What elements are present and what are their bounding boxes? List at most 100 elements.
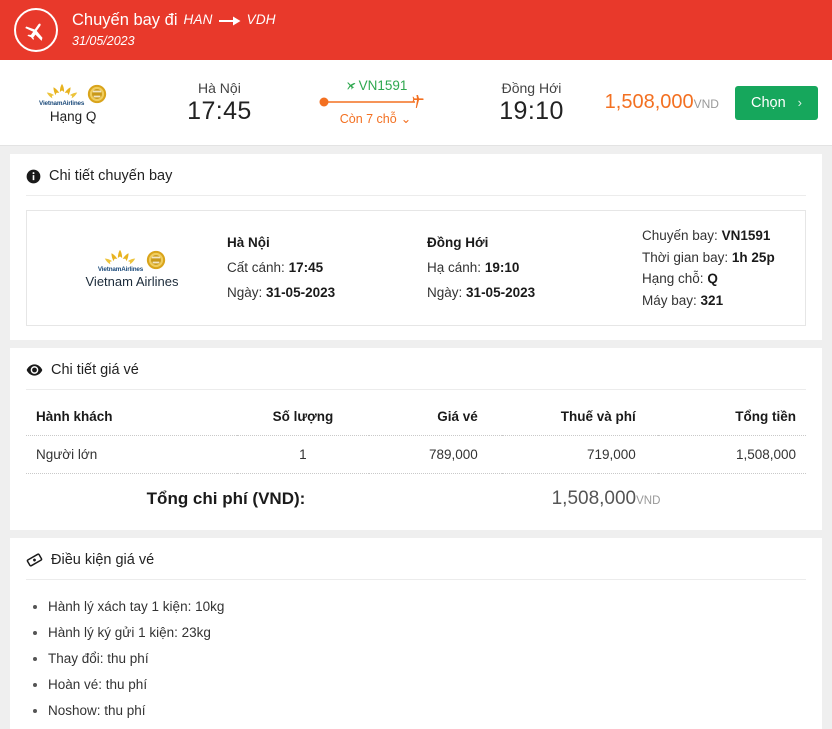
cell-passenger: Người lớn xyxy=(26,435,237,475)
fare-conditions-list: Hành lý xách tay 1 kiện: 10kg Hành lý ký… xyxy=(48,594,806,729)
page-title: Chuyến bay đi xyxy=(72,11,178,30)
small-airplane-icon xyxy=(346,82,356,90)
arrive-label: Hạ cánh: xyxy=(427,259,482,275)
seats-left-dropdown[interactable]: Còn 7 chỗ ⌄ xyxy=(339,111,412,127)
cell-total: 1,508,000 xyxy=(657,435,806,475)
info-circle-icon xyxy=(26,169,41,183)
list-item: Goshow: thu phí xyxy=(48,724,806,729)
chevron-down-icon: ⌄ xyxy=(400,112,412,126)
list-item: Hoàn vé: thu phí xyxy=(48,672,806,698)
flight-number-text: VN1591 xyxy=(358,77,408,93)
summary-route: VN1591 Còn 7 chỗ ⌄ xyxy=(293,78,459,128)
route-line-graphic xyxy=(293,94,459,109)
airline-logo-word: VietnamAirlines xyxy=(97,265,144,273)
total-cost-amount: 1,508,000 xyxy=(551,488,637,510)
list-item: Thay đổi: thu phí xyxy=(48,646,806,672)
flight-detail-page: Chuyến bay đi HAN VDH 31/05/2023 Vietnam… xyxy=(0,0,832,729)
choose-button-label: Chọn xyxy=(750,94,786,111)
class-value: Q xyxy=(707,271,718,287)
arrival-city: Đồng Hới xyxy=(427,234,489,250)
column-header-tax: Thuế và phí xyxy=(501,396,658,437)
departure-date-label: Ngày: xyxy=(227,284,263,300)
departure-city: Hà Nội xyxy=(227,234,270,250)
column-header-passenger: Hành khách xyxy=(26,396,237,437)
flight-details-box: VietnamAirlines Vietnam Airlines Hà Nội … xyxy=(26,210,806,327)
summary-airline: VietnamAirlines Hạng Q xyxy=(0,82,146,124)
class-label: Hạng chỗ: xyxy=(642,271,704,287)
price-currency: VND xyxy=(693,97,719,111)
fare-conditions-title-text: Điều kiện giá vé xyxy=(51,552,155,569)
total-cost-value: 1,508,000VND xyxy=(416,488,796,510)
flight-details-arrival: Đồng Hới Hạ cánh: 19:10 Ngày: 31-05-2023 xyxy=(427,231,642,306)
cell-quantity: 1 xyxy=(236,435,370,475)
flight-details-departure: Hà Nội Cất cánh: 17:45 Ngày: 31-05-2023 xyxy=(227,231,427,306)
cell-tax: 719,000 xyxy=(501,435,658,475)
duration-value: 1h 25p xyxy=(731,249,775,265)
summary-arrival: Đồng Hới 19:10 xyxy=(458,80,604,126)
cell-fare: 789,000 xyxy=(369,435,502,475)
arrive-time: 19:10 xyxy=(484,259,520,275)
total-cost-row: Tổng chi phí (VND): 1,508,000VND xyxy=(26,474,806,516)
duration-label: Thời gian bay: xyxy=(642,249,729,265)
column-header-total: Tổng tiền xyxy=(657,396,806,437)
airline-name: Vietnam Airlines xyxy=(85,273,179,289)
departure-city: Hà Nội xyxy=(198,79,241,96)
flight-summary-row: VietnamAirlines Hạng Q Hà Nội 17:45 VN15… xyxy=(0,60,832,146)
price-amount: 1,508,000 xyxy=(604,91,694,113)
origin-code: HAN xyxy=(183,12,213,28)
total-cost-label: Tổng chi phí (VND): xyxy=(146,489,306,509)
departure-time: 17:45 xyxy=(187,96,252,125)
list-item: Hành lý xách tay 1 kiện: 10kg xyxy=(48,594,806,620)
vietnam-airlines-logo: VietnamAirlines xyxy=(39,82,107,107)
choose-button-wrap: Chọn › xyxy=(734,85,832,120)
vietnam-airlines-logo: VietnamAirlines xyxy=(98,248,166,273)
flight-details-card: Chi tiết chuyến bay VietnamAirlines Viet… xyxy=(10,154,822,341)
arrival-date: 31-05-2023 xyxy=(466,284,536,300)
flight-details-info: Chuyến bay: VN1591 Thời gian bay: 1h 25p… xyxy=(642,225,775,311)
fare-details-title: Chi tiết giá vé xyxy=(26,362,806,391)
depart-label: Cất cánh: xyxy=(227,259,285,275)
summary-price: 1,508,000VND xyxy=(605,91,735,114)
flight-details-title: Chi tiết chuyến bay xyxy=(26,168,806,196)
departure-date: 31-05-2023 xyxy=(266,284,336,300)
summary-class-label: Hạng Q xyxy=(49,108,97,124)
list-item: Noshow: thu phí xyxy=(48,698,806,724)
total-cost-currency: VND xyxy=(636,495,661,508)
airline-logo-word: VietnamAirlines xyxy=(39,99,85,107)
ticket-tag-icon xyxy=(26,553,43,567)
aircraft-label: Máy bay: xyxy=(642,292,697,308)
skytrax-seal-icon xyxy=(88,84,107,104)
column-header-fare: Giá vé xyxy=(369,396,502,437)
fare-conditions-card: Điều kiện giá vé Hành lý xách tay 1 kiện… xyxy=(10,538,822,729)
aircraft-value: 321 xyxy=(700,292,724,308)
flight-no-value: VN1591 xyxy=(721,228,771,243)
depart-time: 17:45 xyxy=(288,259,324,275)
fare-table-header-row: Hành khách Số lượng Giá vé Thuế và phí T… xyxy=(26,396,806,437)
skytrax-seal-icon xyxy=(146,251,166,270)
eye-icon xyxy=(26,364,43,377)
page-header: Chuyến bay đi HAN VDH 31/05/2023 xyxy=(0,0,832,60)
chevron-right-icon: › xyxy=(797,95,802,110)
lotus-icon xyxy=(105,249,136,265)
summary-flight-number: VN1591 xyxy=(293,78,459,93)
flight-no-label: Chuyến bay: xyxy=(642,228,718,243)
choose-button[interactable]: Chọn › xyxy=(734,85,818,120)
destination-code: VDH xyxy=(246,12,276,28)
arrival-time: 19:10 xyxy=(499,96,564,125)
table-row: Người lớn 1 789,000 719,000 1,508,000 xyxy=(26,435,806,475)
fare-details-title-text: Chi tiết giá vé xyxy=(51,362,139,379)
flight-details-title-text: Chi tiết chuyến bay xyxy=(49,168,173,184)
column-header-quantity: Số lượng xyxy=(236,396,370,437)
summary-departure: Hà Nội 17:45 xyxy=(146,80,292,126)
fare-table: Hành khách Số lượng Giá vé Thuế và phí T… xyxy=(26,396,806,475)
airplane-circle-icon xyxy=(14,8,58,52)
fare-conditions-title: Điều kiện giá vé xyxy=(26,552,806,581)
header-date: 31/05/2023 xyxy=(72,34,135,48)
lotus-icon xyxy=(46,83,77,98)
header-text: Chuyến bay đi HAN VDH 31/05/2023 xyxy=(72,10,276,49)
arrival-city: Đồng Hới xyxy=(501,79,562,96)
route-arrow-icon xyxy=(218,15,241,27)
seats-left-text: Còn 7 chỗ xyxy=(339,111,397,126)
list-item: Hành lý ký gửi 1 kiện: 23kg xyxy=(48,620,806,646)
flight-details-airline: VietnamAirlines Vietnam Airlines xyxy=(37,248,227,289)
